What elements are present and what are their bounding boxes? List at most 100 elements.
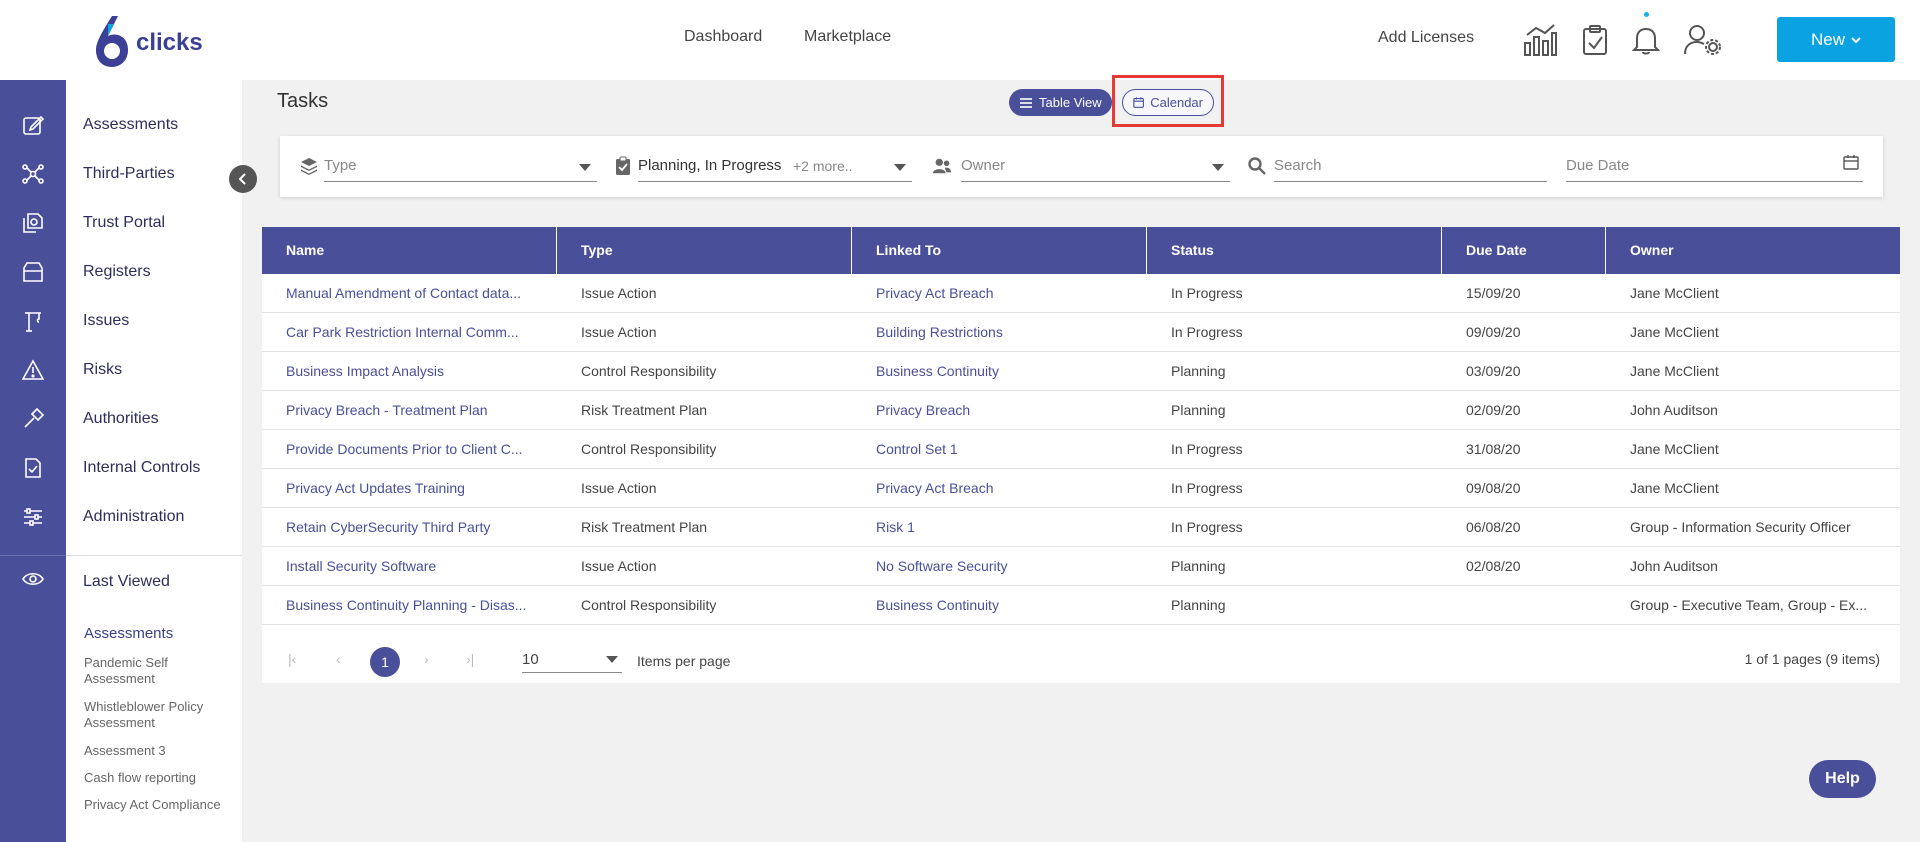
column-header-type[interactable]: Type — [557, 227, 852, 274]
rail-divider — [0, 555, 66, 556]
table-row[interactable]: Provide Documents Prior to Client C... Co… — [262, 430, 1900, 469]
cell-type: Risk Treatment Plan — [581, 402, 708, 418]
table-row[interactable]: Manual Amendment of Contact data... Issue… — [262, 274, 1900, 313]
search-icon — [1248, 157, 1266, 175]
logo[interactable]: clicks — [94, 14, 214, 68]
sidebar-item-registers[interactable]: Registers — [83, 263, 151, 281]
last-viewed-item[interactable]: Pandemic Self Assessment — [84, 655, 234, 687]
calendar-icon[interactable] — [1843, 154, 1859, 170]
cell-linked-to[interactable]: Control Set 1 — [852, 430, 958, 469]
sidebar-item-assessments[interactable]: Assessments — [83, 116, 178, 134]
type-filter[interactable]: Type — [324, 153, 597, 182]
cell-type: Control Responsibility — [581, 363, 717, 379]
cell-due-date: 03/09/20 — [1466, 363, 1521, 379]
new-button[interactable]: New — [1777, 17, 1895, 62]
owner-filter[interactable]: Owner — [961, 153, 1230, 182]
sidebar-divider — [66, 555, 242, 556]
column-header-linked-to[interactable]: Linked To — [852, 227, 1147, 274]
cell-due-date: 06/08/20 — [1466, 519, 1521, 535]
current-page-button[interactable]: 1 — [370, 647, 400, 677]
collapse-sidebar-button[interactable] — [229, 165, 257, 193]
cell-status: Planning — [1171, 597, 1226, 613]
last-viewed-item[interactable]: Whistleblower Policy Assessment — [84, 699, 234, 731]
hammer-icon[interactable] — [18, 404, 48, 434]
table-view-button[interactable]: Table View — [1009, 89, 1112, 116]
last-viewed-item[interactable]: Assessment 3 — [84, 743, 234, 759]
nav-dashboard[interactable]: Dashboard — [684, 28, 762, 46]
items-per-page-select[interactable]: 10 — [522, 645, 622, 673]
cell-name[interactable]: Retain CyberSecurity Third Party — [262, 508, 490, 547]
analytics-icon[interactable] — [1520, 20, 1560, 60]
cell-linked-to[interactable]: Building Restrictions — [852, 313, 1003, 352]
user-settings-icon[interactable] — [1683, 20, 1723, 60]
column-header-status[interactable]: Status — [1147, 227, 1442, 274]
filter-panel: Type Planning, In Progress +2 more.. Own… — [280, 136, 1883, 197]
sidebar-item-trust-portal[interactable]: Trust Portal — [83, 214, 165, 232]
help-button[interactable]: Help — [1809, 760, 1876, 798]
status-filter[interactable]: Planning, In Progress +2 more.. — [638, 153, 912, 182]
clipboard-icon — [616, 156, 630, 175]
eye-icon[interactable] — [18, 564, 48, 594]
sidebar-item-risks[interactable]: Risks — [83, 361, 122, 379]
last-viewed-item[interactable]: Cash flow reporting — [84, 770, 234, 786]
cell-linked-to[interactable]: No Software Security — [852, 547, 1008, 586]
pagination: |‹ ‹ 1 › ›| 10 Items per page 1 of 1 pag… — [262, 635, 1900, 683]
cell-status: Planning — [1171, 402, 1226, 418]
sidebar-item-internal-controls[interactable]: Internal Controls — [83, 459, 200, 477]
table-row[interactable]: Install Security Software Issue Action No … — [262, 547, 1900, 586]
cell-name[interactable]: Provide Documents Prior to Client C... — [262, 430, 523, 469]
list-icon — [1020, 97, 1032, 108]
cell-status: In Progress — [1171, 324, 1243, 340]
first-page-icon[interactable]: |‹ — [288, 651, 296, 667]
cell-linked-to[interactable]: Business Continuity — [852, 586, 999, 625]
next-page-icon[interactable]: › — [424, 651, 429, 667]
table-row[interactable]: Car Park Restriction Internal Comm... Iss… — [262, 313, 1900, 352]
column-header-due-date[interactable]: Due Date — [1442, 227, 1606, 274]
cell-name[interactable]: Install Security Software — [262, 547, 436, 586]
crane-icon[interactable] — [18, 306, 48, 336]
cell-linked-to[interactable]: Privacy Breach — [852, 391, 970, 430]
sidebar-item-issues[interactable]: Issues — [83, 312, 129, 330]
archive-box-icon[interactable] — [18, 257, 48, 287]
cell-status: Planning — [1171, 363, 1226, 379]
cell-name[interactable]: Privacy Breach - Treatment Plan — [262, 391, 488, 430]
cell-name[interactable]: Business Continuity Planning - Disas... — [262, 586, 526, 625]
sidebar-item-authorities[interactable]: Authorities — [83, 410, 159, 428]
column-header-name[interactable]: Name — [262, 227, 557, 274]
highlight-box — [1112, 75, 1224, 127]
cell-name[interactable]: Business Impact Analysis — [262, 352, 444, 391]
cell-type: Control Responsibility — [581, 441, 717, 457]
table-row[interactable]: Privacy Breach - Treatment Plan Risk Trea… — [262, 391, 1900, 430]
checklist-icon[interactable] — [18, 453, 48, 483]
nav-marketplace[interactable]: Marketplace — [804, 28, 891, 46]
cell-name[interactable]: Manual Amendment of Contact data... — [262, 274, 521, 313]
warning-icon[interactable] — [18, 355, 48, 385]
cell-linked-to[interactable]: Privacy Act Breach — [852, 469, 994, 508]
add-licenses-link[interactable]: Add Licenses — [1378, 29, 1474, 47]
edit-icon[interactable] — [18, 110, 48, 140]
network-icon[interactable] — [18, 159, 48, 189]
due-date-filter[interactable]: Due Date — [1566, 153, 1863, 182]
sliders-icon[interactable] — [18, 502, 48, 532]
documents-icon[interactable] — [18, 208, 48, 238]
last-page-icon[interactable]: ›| — [466, 651, 474, 667]
clipboard-check-icon[interactable] — [1575, 20, 1615, 60]
bell-icon[interactable] — [1626, 20, 1666, 60]
logo-mark-icon — [96, 16, 128, 67]
sidebar-item-administration[interactable]: Administration — [83, 508, 184, 526]
table-row[interactable]: Retain CyberSecurity Third Party Risk Tre… — [262, 508, 1900, 547]
caret-down-icon — [894, 164, 906, 171]
last-viewed-item[interactable]: Privacy Act Compliance — [84, 797, 234, 813]
sidebar-item-third-parties[interactable]: Third-Parties — [83, 165, 175, 183]
column-header-owner[interactable]: Owner — [1606, 227, 1900, 274]
cell-name[interactable]: Privacy Act Updates Training — [262, 469, 465, 508]
cell-linked-to[interactable]: Business Continuity — [852, 352, 999, 391]
cell-linked-to[interactable]: Privacy Act Breach — [852, 274, 994, 313]
table-row[interactable]: Privacy Act Updates Training Issue Action… — [262, 469, 1900, 508]
table-row[interactable]: Business Impact Analysis Control Responsi… — [262, 352, 1900, 391]
prev-page-icon[interactable]: ‹ — [336, 651, 341, 667]
cell-name[interactable]: Car Park Restriction Internal Comm... — [262, 313, 519, 352]
table-row[interactable]: Business Continuity Planning - Disas... C… — [262, 586, 1900, 625]
cell-linked-to[interactable]: Risk 1 — [852, 508, 915, 547]
search-input[interactable]: Search — [1274, 153, 1547, 182]
